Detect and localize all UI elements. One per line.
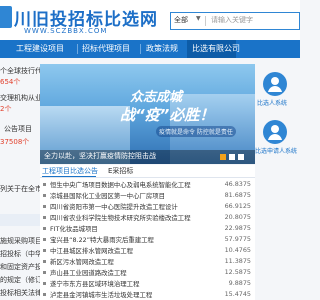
nav-item-policy[interactable]: 政策法规 [146,43,178,54]
announcement-row[interactable]: 中江县城区排水管网改造工程 10.4765 [40,245,255,256]
announcement-title[interactable]: 遂宁市东方县区域环境治理工程 [50,279,210,288]
site-logo-url: WWW.SCZBBX.COM [24,27,108,35]
bullet-icon [43,293,46,296]
left-news-item[interactable]: 招投标（中华 [0,249,42,259]
announcements-panel: 工程项目比选公告 E采招标 恒生中央广场项目数据中心及弱电系统智能化工程 46.8… [40,165,255,300]
search-box[interactable]: 全部 ▼ 请输入关键字 [170,12,300,30]
applicant-system-link[interactable]: 比选申请人系统 [255,146,297,155]
stat-value: 2个 [0,105,12,113]
nav-separator [140,44,141,54]
banner-caption[interactable]: 全力以赴，坚决打赢疫情防控阻击战 [44,151,156,161]
announcement-row[interactable]: FIT化妆品城项目 22.9875 [40,223,255,234]
main-nav: 工程建设项目 招标代理项目 政策法规 比选有限公司 [0,40,300,58]
announcement-title[interactable]: 恒生中央广场项目数据中心及弱电系统智能化工程 [50,180,210,189]
stat-value: 37508个 [0,138,30,146]
banner-slogan: 战“疫”必胜！ [120,106,215,124]
logo-icon [0,6,12,28]
nav-item-projects[interactable]: 工程建设项目 [16,43,64,54]
announcement-row[interactable]: 新区污水管网改造工程 11.3875 [40,256,255,267]
announcement-amount: 81.6875 [224,191,251,199]
announcement-row[interactable]: 四川省资阳市第一中心医院提升改造工程设计 66.9125 [40,201,255,212]
search-divider [205,16,206,26]
user-system-icon[interactable] [263,72,287,96]
bullet-icon [43,227,46,230]
site-header: 川旧投招标比选网 WWW.SCZBBX.COM 全部 ▼ 请输入关键字 [0,0,300,40]
banner-carousel[interactable]: 众志成城 战“疫”必胜！ 疫情就是命令 防控就是责任 全力以赴，坚决打赢疫情防控… [40,64,255,164]
bullet-icon [43,282,46,285]
bidder-system-link[interactable]: 比选人系统 [257,98,287,107]
announcement-amount: 20.8075 [224,213,251,221]
announcement-title[interactable]: 中江县城区排水管网改造工程 [50,246,210,255]
left-news-item[interactable]: 和固定资产投 [0,262,42,272]
bullet-icon [43,271,46,274]
announcement-row[interactable]: 遂宁市东方县区域环境治理工程 9.8875 [40,278,255,289]
announcement-row[interactable]: 恒生中央广场项目数据中心及弱电系统智能化工程 46.8375 [40,179,255,190]
announcement-row[interactable]: 凉城县国际化工业园区第一中心厂房项目 81.6875 [40,190,255,201]
announcement-title[interactable]: FIT化妆品城项目 [50,224,210,233]
bullet-icon [43,238,46,241]
announcement-title[interactable]: 泸定县金河镇城市生活垃圾处理工程 [50,290,210,299]
announcement-amount: 66.9125 [224,202,251,210]
chevron-down-icon[interactable]: ▼ [196,15,201,22]
tab-e-procurement[interactable]: E采招标 [108,166,133,176]
left-news-item[interactable]: 的规定（修订 [0,275,42,285]
bullet-icon [43,216,46,219]
tab-project-announcements[interactable]: 工程项目比选公告 [42,166,98,176]
bullet-icon [43,205,46,208]
announcement-amount: 15.4745 [224,290,251,298]
announcement-amount: 12.5875 [224,268,251,276]
announcement-row[interactable]: 声山县工业园道路改造工程 12.5875 [40,267,255,278]
search-category-select[interactable]: 全部 [174,15,188,25]
announcement-title[interactable]: 四川省农业科学院生物技术研究所实验楼改造工程 [50,213,210,222]
announcement-title[interactable]: 凉城县国际化工业园区第一中心厂房项目 [50,191,210,200]
left-stats-column: 个全球技行代理机 654个 交理机构从业人员 2个 公告项目 37508个 列关… [0,64,56,300]
bullet-icon [43,249,46,252]
nav-item-agency[interactable]: 招标代理项目 [82,43,130,54]
banner-subtitle: 疫情就是命令 防控就是责任 [156,126,236,137]
carousel-dot[interactable] [238,154,244,160]
announcement-row[interactable]: 宝兴县“8.22”特大暴雨灾后重建工程 57.9775 [40,234,255,245]
stat-label: 公告项目 [4,125,32,133]
announcement-amount: 9.8875 [228,279,251,287]
announcement-amount: 57.9775 [224,235,251,243]
left-news-item[interactable]: 列关于在全市 [0,184,42,194]
banner-headline: 众志成城 [130,90,183,105]
bullet-icon [43,260,46,263]
right-system-links: 比选人系统 比选申请人系统 [255,64,300,300]
left-news-item[interactable]: 投标相关法律 [0,288,42,298]
announcement-title[interactable]: 新区污水管网改造工程 [50,257,210,266]
carousel-dot[interactable] [229,154,235,160]
search-input[interactable]: 请输入关键字 [211,15,253,25]
announcement-title[interactable]: 声山县工业园道路改造工程 [50,268,210,277]
applicant-system-icon[interactable] [263,120,287,144]
left-tab-bar [0,214,40,226]
active-tab-underline [42,176,96,177]
announcement-tabs: 工程项目比选公告 E采招标 [40,165,255,178]
announcement-amount: 11.3875 [224,257,251,265]
carousel-dot-active[interactable] [220,154,226,160]
announcement-title[interactable]: 四川省资阳市第一中心医院提升改造工程设计 [50,202,210,211]
announcement-amount: 46.8375 [224,180,251,188]
announcement-amount: 10.4765 [224,246,251,254]
stat-value: 654个 [0,78,21,86]
nav-separator [77,44,78,54]
announcement-title[interactable]: 宝兴县“8.22”特大暴雨灾后重建工程 [50,235,210,244]
nav-item-company[interactable]: 比选有限公司 [192,43,240,54]
bullet-icon [43,183,46,186]
announcement-row[interactable]: 四川省农业科学院生物技术研究所实验楼改造工程 20.8075 [40,212,255,223]
announcement-amount: 22.9875 [224,224,251,232]
bullet-icon [43,194,46,197]
left-news-item[interactable]: 施规采购项目 [0,236,42,246]
banner-caption-bar: 全力以赴，坚决打赢疫情防控阻击战 [40,150,255,164]
announcement-row[interactable]: 泸定县金河镇城市生活垃圾处理工程 15.4745 [40,289,255,300]
